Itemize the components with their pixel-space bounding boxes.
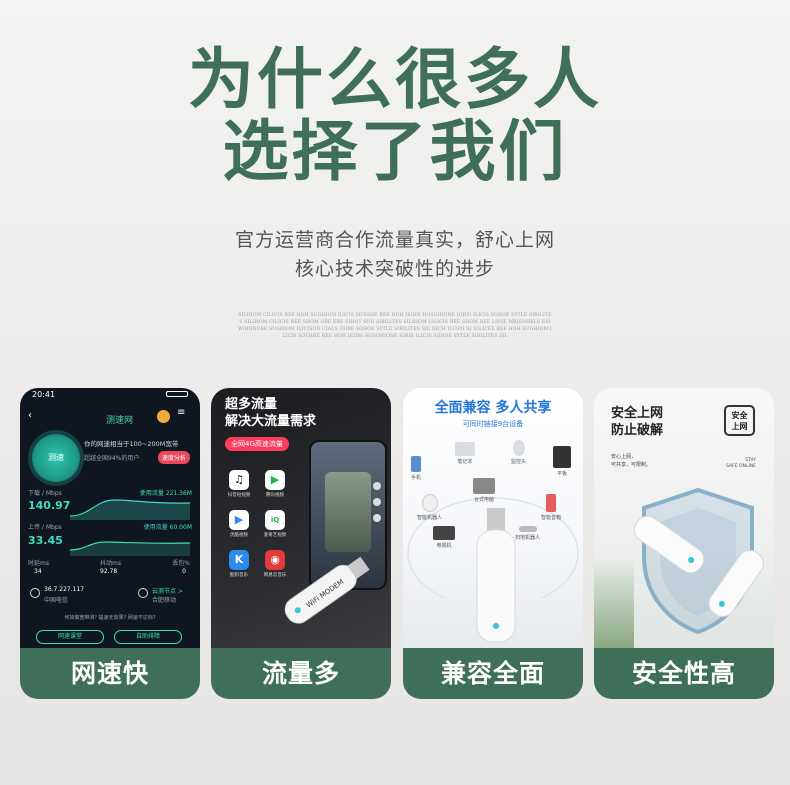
jitter-label: 抖动ms — [100, 560, 121, 567]
card-label-compatible: 兼容全面 — [403, 648, 583, 699]
usb-dongle-image — [476, 508, 516, 643]
card-traffic: 超多流量 解决大流量需求 全网4G高速流量 ♫ 抖音短视频 ▶ 腾讯视频 ▶ 优酷视频… — [211, 388, 391, 699]
carrier: 中国电信 — [44, 597, 69, 604]
battery-icon — [166, 391, 188, 397]
security-desc-1: 安心上网， — [611, 454, 637, 460]
security-badge-1: 安全 — [731, 411, 748, 420]
like-icon — [373, 482, 381, 490]
app-tencent-video: ▶ 腾讯视频 — [259, 470, 291, 504]
comment-icon — [373, 498, 381, 506]
traffic-title-2: 解决大流量需求 — [225, 414, 317, 429]
ping-label: 时延ms — [28, 560, 49, 567]
card-security: 安全上网 防止破解 安心上网， 可共享，可限制。 安全 上网 STAY SAFE… — [594, 388, 774, 699]
app-kugou: K 酷狗音乐 — [223, 550, 255, 584]
security-desc: 安心上网， 可共享，可限制。 — [611, 453, 651, 469]
security-badge: 安全 上网 — [724, 405, 755, 436]
security-title-1: 安全上网 — [611, 406, 664, 421]
speed-test-button[interactable]: 测速 — [32, 434, 80, 482]
subtitle: 官方运营商合作流量真实，舒心上网 核心技术突破性的进步 — [0, 226, 790, 284]
menu-icon[interactable]: ≡ — [177, 408, 185, 418]
app-youku: ▶ 优酷视频 — [223, 510, 255, 544]
security-small-2: SAFE ONLINE — [726, 464, 756, 469]
device-camera: 监控头 — [511, 440, 526, 465]
device-speaker: 智能音箱 — [541, 494, 561, 521]
crown-icon[interactable] — [157, 410, 170, 423]
kugou-icon: K — [229, 550, 249, 570]
loss-label: 丢包% — [172, 560, 190, 567]
jitter-value: 92.78 — [100, 568, 118, 575]
security-title-2: 防止破解 — [611, 423, 664, 438]
card-speed: 20:41 ‹ 测速网 ≡ 测速 你的网速相当于100~200M宽带 超越全国9… — [20, 388, 200, 699]
compatible-subtitle: 可同时链接9台设备 — [462, 420, 524, 428]
traffic-scene: 超多流量 解决大流量需求 全网4G高速流量 ♫ 抖音短视频 ▶ 腾讯视频 ▶ 优酷视频… — [211, 388, 391, 648]
subtitle-line-1: 官方运营商合作流量真实，舒心上网 — [234, 229, 555, 251]
upload-label: 上传 / Mbps — [28, 524, 62, 531]
security-small: STAY SAFE ONLINE — [726, 458, 756, 470]
speed-class-button[interactable]: 网速课堂 — [36, 630, 104, 644]
location-icon — [30, 588, 40, 598]
device-phone: 手机 — [411, 456, 421, 481]
headline-line-1: 为什么很多人 — [188, 41, 602, 118]
loss-value: 0 — [182, 568, 186, 575]
download-graph — [70, 499, 190, 520]
device-desktop: 台式电脑 — [473, 478, 495, 503]
share-icon — [373, 514, 381, 522]
fine-print: SILIHOM CILICIS REE HOH SUGHIOM ILICIS S… — [238, 313, 552, 339]
ip-address: 36.7.227.117 — [44, 586, 85, 593]
compatible-title: 全面兼容 多人共享 — [434, 400, 552, 416]
card-label-traffic: 流量多 — [211, 648, 391, 699]
device-tablet: 平板 — [553, 446, 571, 477]
upload-value: 33.45 — [28, 534, 63, 547]
share-icon[interactable]: ‹ — [28, 410, 32, 421]
headline: 为什么很多人 选择了我们 — [0, 44, 790, 188]
device-laptop: 笔记本 — [455, 442, 475, 465]
node-icon — [138, 588, 148, 598]
ping-value: 34 — [34, 568, 42, 575]
security-desc-2: 可共享，可限制。 — [611, 462, 652, 468]
security-title: 安全上网 防止破解 — [611, 405, 663, 439]
self-troubleshoot-button[interactable]: 自助排障 — [114, 630, 182, 644]
security-badge-2: 上网 — [731, 422, 748, 431]
iqiyi-icon: iQ — [265, 510, 285, 530]
app-iqiyi: iQ 爱奇艺视频 — [259, 510, 291, 544]
video-person-image — [325, 472, 371, 552]
security-scene: 安全上网 防止破解 安心上网， 可共享，可限制。 安全 上网 STAY SAFE… — [594, 388, 774, 648]
traffic-title-1: 超多流量 — [225, 397, 278, 412]
download-value: 140.97 — [28, 499, 71, 512]
traffic-title: 超多流量 解决大流量需求 — [225, 396, 316, 430]
speed-text-2: 超越全国94%的用户 — [84, 455, 140, 462]
device-tv: 电视机 — [433, 526, 455, 549]
usb-dongle-image: WiFi MODEM — [284, 556, 370, 624]
download-label: 下载 / Mbps — [28, 490, 62, 497]
tencent-video-icon: ▶ — [265, 470, 285, 490]
node-value: 合肥移动 — [152, 597, 177, 604]
compatible-scene: 全面兼容 多人共享 可同时链接9台设备 笔记本 监控头 平板 手机 台式电脑 智… — [403, 388, 583, 648]
upload-graph — [70, 541, 190, 556]
node-link[interactable]: 云测节点 > — [152, 586, 183, 595]
card-label-speed: 网速快 — [20, 648, 200, 699]
douyin-icon: ♫ — [229, 470, 249, 490]
help-question: 何如做宽带测? 提速无效果? 网速不达标? — [64, 615, 156, 621]
app-douyin: ♫ 抖音短视频 — [223, 470, 255, 504]
youku-icon: ▶ — [229, 510, 249, 530]
status-time: 20:41 — [32, 390, 56, 399]
traffic-pill: 全网4G高速流量 — [225, 437, 289, 451]
card-label-security: 安全性高 — [594, 648, 774, 699]
share-tag[interactable]: 速度分析 — [157, 451, 190, 464]
speed-text-1: 你的网速相当于100~200M宽带 — [84, 440, 179, 448]
subtitle-line-2: 核心技术突破性的进步 — [294, 258, 495, 280]
device-robot: 智能机器人 — [417, 494, 442, 521]
card-compatible: 全面兼容 多人共享 可同时链接9台设备 笔记本 监控头 平板 手机 台式电脑 智… — [403, 388, 583, 699]
phone-screen: 20:41 ‹ 测速网 ≡ 测速 你的网速相当于100~200M宽带 超越全国9… — [20, 388, 200, 648]
headline-line-2: 选择了我们 — [222, 113, 568, 190]
usb-dongle-image — [633, 515, 764, 617]
app-name: 测速网 — [106, 416, 134, 426]
